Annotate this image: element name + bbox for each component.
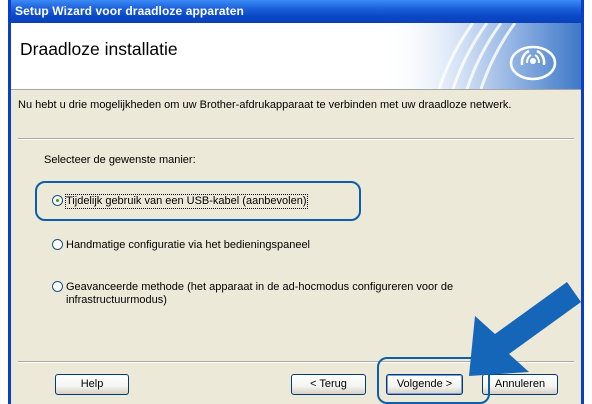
option-control-panel[interactable]: Handmatige configuratie via het bedienin…	[52, 239, 310, 252]
option-advanced-method-label: Geavanceerde methode (het apparaat in de…	[66, 281, 454, 306]
option-usb-cable-label: Tijdelijk gebruik van een USB-kabel (aan…	[65, 194, 308, 209]
radio-advanced-method[interactable]	[52, 281, 63, 292]
wizard-header: Draadloze installatie	[11, 23, 581, 89]
pointer-arrow-icon	[469, 282, 581, 376]
option-advanced-method[interactable]: Geavanceerde methode (het apparaat in de…	[52, 281, 522, 307]
back-button[interactable]: < Terug	[291, 374, 366, 395]
option-usb-cable[interactable]: Tijdelijk gebruik van een USB-kabel (aan…	[52, 194, 308, 209]
radio-usb-cable[interactable]	[52, 195, 63, 206]
radio-control-panel[interactable]	[52, 239, 63, 250]
option-control-panel-label: Handmatige configuratie via het bedienin…	[66, 239, 311, 251]
selection-prompt: Selecteer de gewenste manier:	[44, 154, 196, 166]
wireless-signal-icon	[381, 23, 581, 89]
setup-wizard-window: Setup Wizard voor draadloze apparaten Dr…	[8, 0, 584, 404]
header-divider	[11, 89, 581, 90]
intro-text: Nu hebt u drie mogelijkheden om uw Broth…	[18, 99, 512, 111]
window-title: Setup Wizard voor draadloze apparaten	[11, 0, 581, 23]
page-title: Draadloze installatie	[20, 39, 178, 59]
help-button[interactable]: Help	[55, 374, 129, 395]
divider	[18, 138, 574, 140]
